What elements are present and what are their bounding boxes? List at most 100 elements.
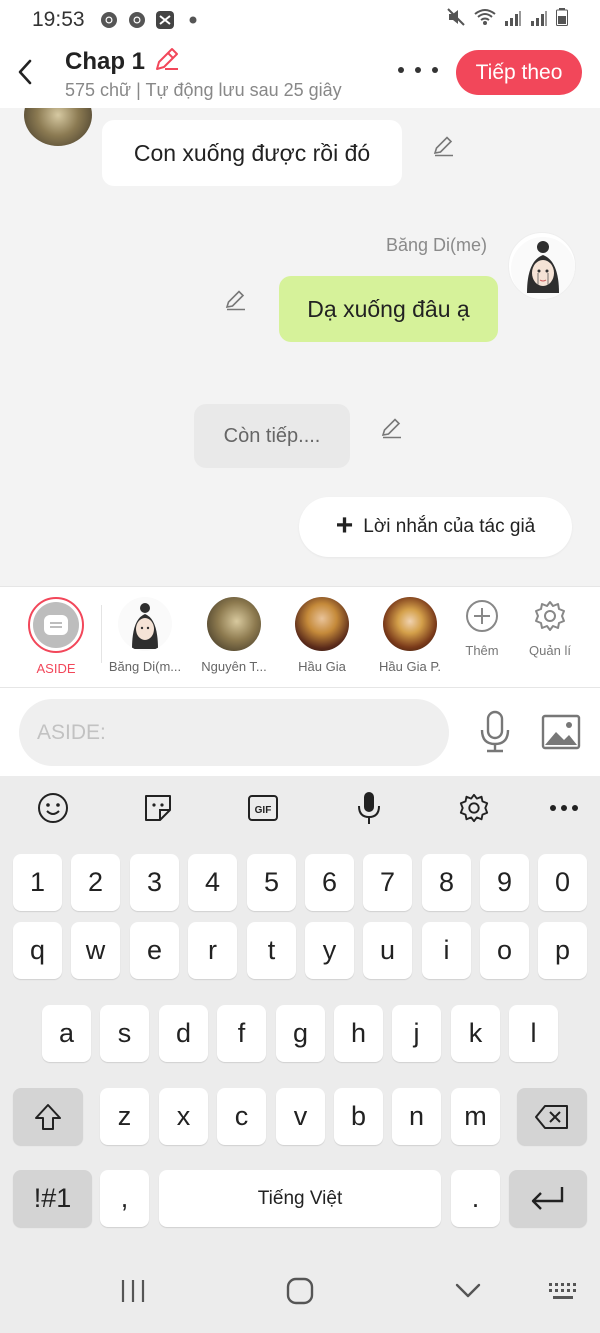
aside-avatar bbox=[28, 597, 84, 653]
character-label: Hầu Gia bbox=[298, 659, 346, 674]
character-bang-di[interactable]: Băng Di(m... bbox=[100, 597, 190, 674]
key-2[interactable]: 2 bbox=[71, 854, 120, 911]
keyboard-more-icon[interactable] bbox=[546, 790, 582, 826]
key-t[interactable]: t bbox=[247, 922, 296, 979]
key-f[interactable]: f bbox=[217, 1005, 266, 1062]
key-n[interactable]: n bbox=[392, 1088, 441, 1145]
character-hau-gia-p[interactable]: Hầu Gia P. bbox=[365, 597, 455, 674]
key-0[interactable]: 0 bbox=[538, 854, 587, 911]
key-g[interactable]: g bbox=[276, 1005, 325, 1062]
my-avatar[interactable] bbox=[508, 232, 576, 300]
key-p[interactable]: p bbox=[538, 922, 587, 979]
key-j[interactable]: j bbox=[392, 1005, 441, 1062]
period-key[interactable]: . bbox=[451, 1170, 500, 1227]
emoji-icon[interactable] bbox=[35, 790, 71, 826]
home-button[interactable] bbox=[280, 1274, 320, 1308]
editor-header: Chap 1 575 chữ | Tự động lưu sau 25 giây… bbox=[0, 40, 600, 108]
character-label: Băng Di(m... bbox=[108, 659, 182, 674]
sticker-icon[interactable] bbox=[140, 790, 176, 826]
key-8[interactable]: 8 bbox=[422, 854, 471, 911]
key-6[interactable]: 6 bbox=[305, 854, 354, 911]
key-c[interactable]: c bbox=[217, 1088, 266, 1145]
key-e[interactable]: e bbox=[130, 922, 179, 979]
voice-input-button[interactable] bbox=[477, 710, 513, 754]
key-a[interactable]: a bbox=[42, 1005, 91, 1062]
shift-key[interactable] bbox=[13, 1088, 83, 1145]
key-v[interactable]: v bbox=[276, 1088, 325, 1145]
key-l[interactable]: l bbox=[509, 1005, 558, 1062]
back-button[interactable] bbox=[10, 54, 40, 90]
key-i[interactable]: i bbox=[422, 922, 471, 979]
key-1[interactable]: 1 bbox=[13, 854, 62, 911]
gif-label: GIF bbox=[255, 805, 272, 816]
title-row: Chap 1 bbox=[65, 45, 181, 78]
character-avatar bbox=[295, 597, 349, 651]
character-nguyen[interactable]: Nguyên T... bbox=[189, 597, 279, 674]
edit-title-icon[interactable] bbox=[153, 45, 181, 78]
backspace-icon bbox=[535, 1104, 568, 1129]
message-input[interactable]: ASIDE: bbox=[19, 699, 449, 766]
key-q[interactable]: q bbox=[13, 922, 62, 979]
key-d[interactable]: d bbox=[159, 1005, 208, 1062]
space-label: Tiếng Việt bbox=[257, 1187, 343, 1209]
enter-key[interactable] bbox=[509, 1170, 587, 1227]
insert-image-button[interactable] bbox=[541, 714, 581, 750]
edit-message-icon[interactable] bbox=[380, 416, 404, 440]
key-r[interactable]: r bbox=[188, 922, 237, 979]
edit-message-icon[interactable] bbox=[432, 134, 456, 158]
key-z[interactable]: z bbox=[100, 1088, 149, 1145]
character-hau-gia[interactable]: Hầu Gia bbox=[277, 597, 367, 674]
gif-icon[interactable]: GIF bbox=[245, 790, 281, 826]
key-4[interactable]: 4 bbox=[188, 854, 237, 911]
microphone-icon bbox=[480, 710, 510, 753]
input-row: ASIDE: bbox=[0, 688, 600, 776]
chrome-icon bbox=[99, 10, 119, 30]
character-avatar bbox=[383, 597, 437, 651]
character-avatar[interactable] bbox=[24, 108, 92, 146]
key-b[interactable]: b bbox=[334, 1088, 383, 1145]
keyboard-switch-button[interactable] bbox=[543, 1274, 583, 1308]
key-x[interactable]: x bbox=[159, 1088, 208, 1145]
symbols-key[interactable]: !#1 bbox=[13, 1170, 92, 1227]
back-nav-button[interactable] bbox=[448, 1274, 488, 1308]
character-bar: ASIDE Băng Di(m... Nguyên T... Hầu Gia H… bbox=[0, 586, 600, 688]
dot bbox=[432, 67, 438, 73]
keyboard-mic-icon[interactable] bbox=[351, 790, 387, 826]
manage-button[interactable]: Quản lí bbox=[515, 599, 585, 658]
key-9[interactable]: 9 bbox=[480, 854, 529, 911]
key-h[interactable]: h bbox=[334, 1005, 383, 1062]
aside-bubble[interactable]: Còn tiếp.... bbox=[194, 404, 350, 468]
add-label: Thêm bbox=[465, 643, 499, 658]
key-k[interactable]: k bbox=[451, 1005, 500, 1062]
key-5[interactable]: 5 bbox=[247, 854, 296, 911]
status-time: 19:53 bbox=[32, 8, 85, 31]
more-options-button[interactable] bbox=[398, 60, 438, 80]
add-character-button[interactable]: Thêm bbox=[447, 599, 517, 658]
key-o[interactable]: o bbox=[480, 922, 529, 979]
character-label: Nguyên T... bbox=[201, 659, 267, 674]
chevron-down-icon bbox=[455, 1283, 481, 1298]
backspace-key[interactable] bbox=[517, 1088, 587, 1145]
recent-apps-button[interactable] bbox=[113, 1274, 153, 1308]
message-bubble[interactable]: Con xuống được rồi đó bbox=[102, 120, 402, 186]
status-bar: 19:53 bbox=[0, 0, 600, 40]
character-aside[interactable]: ASIDE bbox=[11, 597, 101, 676]
key-m[interactable]: m bbox=[451, 1088, 500, 1145]
key-y[interactable]: y bbox=[305, 922, 354, 979]
key-s[interactable]: s bbox=[100, 1005, 149, 1062]
my-message-bubble[interactable]: Dạ xuống đâu ạ bbox=[279, 276, 498, 342]
chat-area[interactable]: Con xuống được rồi đó Băng Di(me) Dạ xuố… bbox=[0, 108, 600, 586]
key-w[interactable]: w bbox=[71, 922, 120, 979]
character-avatar bbox=[118, 597, 172, 651]
key-7[interactable]: 7 bbox=[363, 854, 412, 911]
key-u[interactable]: u bbox=[363, 922, 412, 979]
keyboard-settings-icon[interactable] bbox=[456, 790, 492, 826]
key-3[interactable]: 3 bbox=[130, 854, 179, 911]
author-note-button[interactable]: + Lời nhắn của tác giả bbox=[299, 497, 572, 557]
chapter-title: Chap 1 bbox=[65, 47, 146, 75]
next-button[interactable]: Tiếp theo bbox=[456, 50, 582, 95]
comma-key[interactable]: , bbox=[100, 1170, 149, 1227]
space-key[interactable]: Tiếng Việt bbox=[159, 1170, 441, 1227]
edit-message-icon[interactable] bbox=[224, 288, 248, 312]
add-circle-icon bbox=[466, 600, 498, 632]
